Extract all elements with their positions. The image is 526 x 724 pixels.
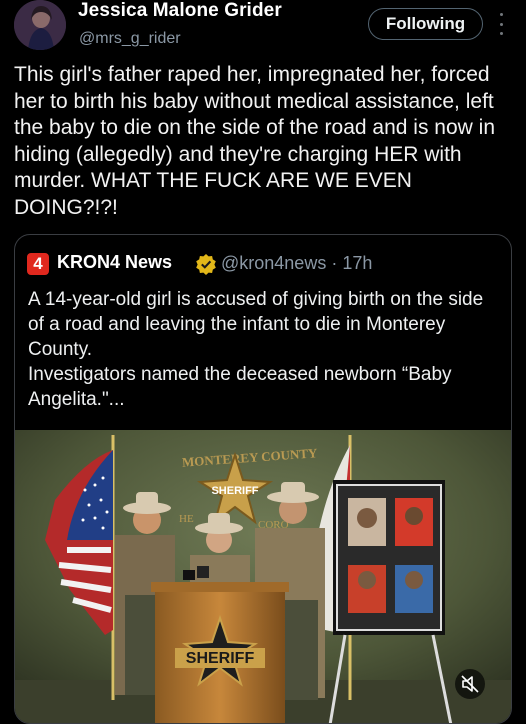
quoted-tweet[interactable]: 4 KRON4 News @kron4news · 17h A 14-year-… [14, 234, 512, 724]
press-conference-photo[interactable]: MONTEREY COUNTY SHERIFF HE CORO SHERIFF [15, 430, 511, 723]
author-handle[interactable]: @mrs_g_rider [79, 30, 181, 48]
wall-text-left: HE [179, 513, 194, 525]
avatar[interactable] [14, 0, 66, 50]
more-icon[interactable] [496, 13, 506, 35]
kron4-logo: 4 [27, 253, 49, 275]
post-text: This girl's father raped her, impregnate… [14, 63, 496, 219]
quoted-text: A 14-year-old girl is accused of giving … [28, 287, 502, 412]
quoted-author-name[interactable]: KRON4 News [57, 252, 172, 273]
tweet: Jessica Malone Grider @mrs_g_rider Follo… [0, 0, 526, 724]
author-name[interactable]: Jessica Malone Grider [78, 0, 282, 22]
quoted-text-line-2: Investigators named the deceased newborn… [28, 364, 452, 410]
mute-icon[interactable] [455, 669, 485, 699]
wall-badge-text: SHERIFF [211, 485, 258, 497]
quoted-text-line-1: A 14-year-old girl is accused of giving … [28, 289, 484, 360]
verified-badge-icon [196, 254, 216, 275]
following-button[interactable]: Following [368, 8, 483, 40]
quoted-handle-time: @kron4news · 17h [221, 253, 373, 273]
podium-badge-text: SHERIFF [186, 650, 255, 667]
